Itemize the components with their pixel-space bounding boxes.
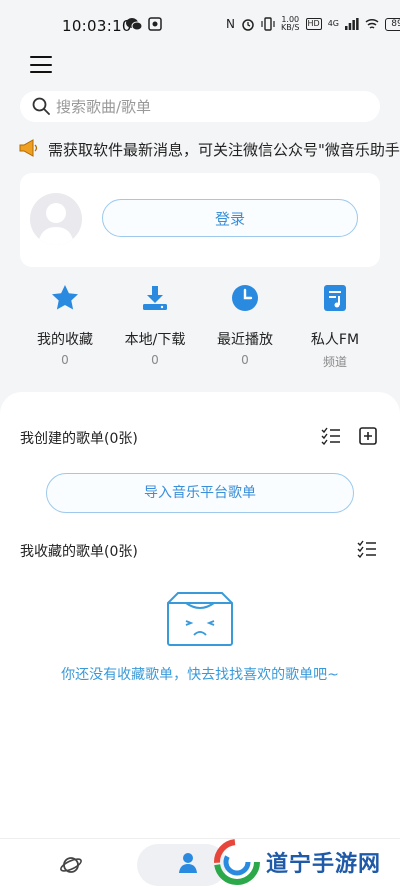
manage-list-icon[interactable] (357, 540, 377, 558)
add-playlist-icon[interactable] (359, 427, 377, 445)
wechat-icon (126, 18, 142, 31)
hd-badge: HD (305, 18, 322, 30)
app-notification-icon (148, 17, 162, 31)
signal-icon (344, 18, 359, 30)
empty-state-text: 你还没有收藏歌单，快去找找喜欢的歌单吧~ (61, 667, 339, 683)
empty-inbox-icon (167, 592, 233, 646)
notice-marquee: 需获取软件最新消息，可关注微信公众号"微音乐助手" (18, 138, 400, 160)
wifi-icon (365, 18, 379, 29)
nfc-icon: N (226, 17, 235, 31)
shortcut-count: 0 (61, 353, 69, 367)
shortcut-label: 我的收藏 (37, 332, 93, 348)
watermark-text: 道宁手游网 (266, 852, 382, 877)
notification-icons (126, 17, 162, 31)
network-type: 4G (327, 19, 339, 28)
planet-icon[interactable] (59, 853, 83, 877)
shortcut-count: 0 (151, 353, 159, 367)
menu-icon (30, 56, 52, 59)
star-icon (52, 285, 78, 310)
login-button[interactable]: 登录 (102, 199, 358, 237)
shortcut-local-download[interactable]: 本地/下载 0 (110, 283, 200, 367)
import-playlist-button[interactable]: 导入音乐平台歌单 (46, 473, 354, 513)
vibrate-icon (261, 17, 275, 31)
shortcut-recent[interactable]: 最近播放 0 (200, 283, 290, 367)
download-icon (143, 286, 167, 310)
watermark-logo (214, 839, 260, 885)
shortcut-subtitle: 频道 (322, 355, 347, 369)
shortcut-label: 最近播放 (217, 332, 273, 348)
user-icon[interactable] (178, 852, 198, 874)
shortcut-label: 本地/下载 (124, 332, 186, 348)
status-time: 10:03:10 (62, 17, 132, 35)
login-card: 登录 (20, 173, 380, 267)
system-icons: N 1.00 KB/S HD 4G 89 (226, 16, 400, 32)
shortcut-count: 0 (241, 353, 249, 367)
battery-indicator: 89 (384, 17, 400, 31)
collected-playlists-title: 我收藏的歌单(0张) (20, 544, 138, 560)
alarm-icon (242, 19, 254, 31)
network-speed: 1.00 KB/S (280, 15, 300, 32)
shortcut-label: 私人FM (310, 332, 360, 348)
search-bar[interactable]: 搜索歌曲/歌单 (20, 91, 380, 122)
megaphone-icon (19, 139, 38, 157)
music-note-icon (324, 285, 346, 311)
clock-icon (232, 285, 258, 311)
search-icon (32, 97, 50, 115)
menu-button[interactable] (30, 56, 52, 74)
avatar[interactable] (30, 193, 82, 245)
created-playlists-title: 我创建的歌单(0张) (20, 431, 138, 447)
default-avatar-icon (38, 203, 74, 245)
status-bar: 10:03:10 N 1.00 KB/S HD 4G 89 (0, 0, 400, 52)
shortcut-private-fm[interactable]: 私人FM 频道 (290, 283, 380, 370)
notice-text: 需获取软件最新消息，可关注微信公众号"微音乐助手" (48, 141, 400, 159)
search-input[interactable]: 搜索歌曲/歌单 (56, 96, 151, 117)
shortcut-favorites[interactable]: 我的收藏 0 (20, 283, 110, 367)
manage-list-icon[interactable] (321, 427, 341, 445)
